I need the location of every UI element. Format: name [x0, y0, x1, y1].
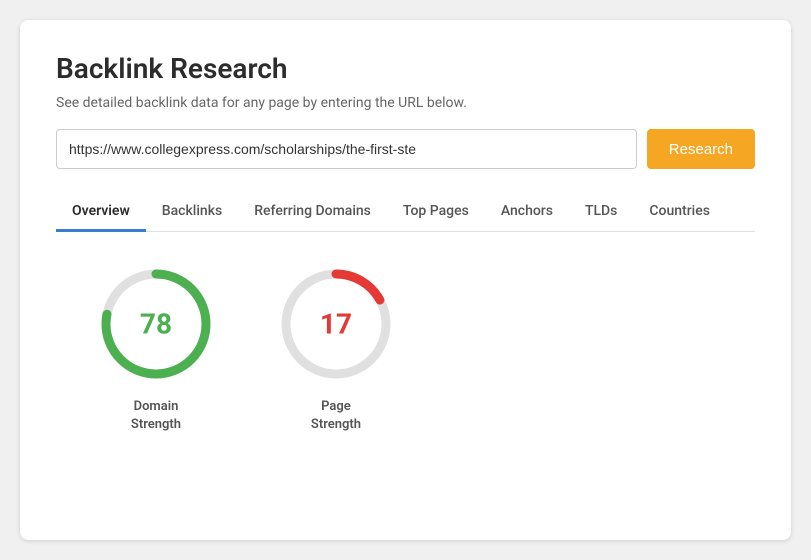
metrics-row: 78 DomainStrength 17 PageStrength — [56, 264, 755, 434]
tab-top-pages[interactable]: Top Pages — [387, 193, 485, 232]
domain-strength-label: DomainStrength — [131, 398, 181, 434]
url-input[interactable] — [56, 129, 637, 169]
page-strength-value: 17 — [320, 308, 352, 341]
tab-backlinks[interactable]: Backlinks — [146, 193, 238, 232]
search-row: Research — [56, 129, 755, 169]
page-strength-metric: 17 PageStrength — [276, 264, 396, 434]
tabs-bar: Overview Backlinks Referring Domains Top… — [56, 193, 755, 232]
page-strength-label: PageStrength — [311, 398, 361, 434]
tab-referring-domains[interactable]: Referring Domains — [238, 193, 387, 232]
tab-tlds[interactable]: TLDs — [569, 193, 633, 232]
page-strength-circle: 17 — [276, 264, 396, 384]
research-button[interactable]: Research — [647, 129, 755, 169]
page-title: Backlink Research — [56, 52, 755, 85]
domain-strength-value: 78 — [140, 308, 172, 341]
domain-strength-metric: 78 DomainStrength — [96, 264, 216, 434]
domain-strength-circle: 78 — [96, 264, 216, 384]
page-subtitle: See detailed backlink data for any page … — [56, 95, 755, 111]
tab-countries[interactable]: Countries — [633, 193, 726, 232]
tab-anchors[interactable]: Anchors — [485, 193, 569, 232]
tab-overview[interactable]: Overview — [56, 193, 146, 232]
main-card: Backlink Research See detailed backlink … — [20, 20, 791, 540]
